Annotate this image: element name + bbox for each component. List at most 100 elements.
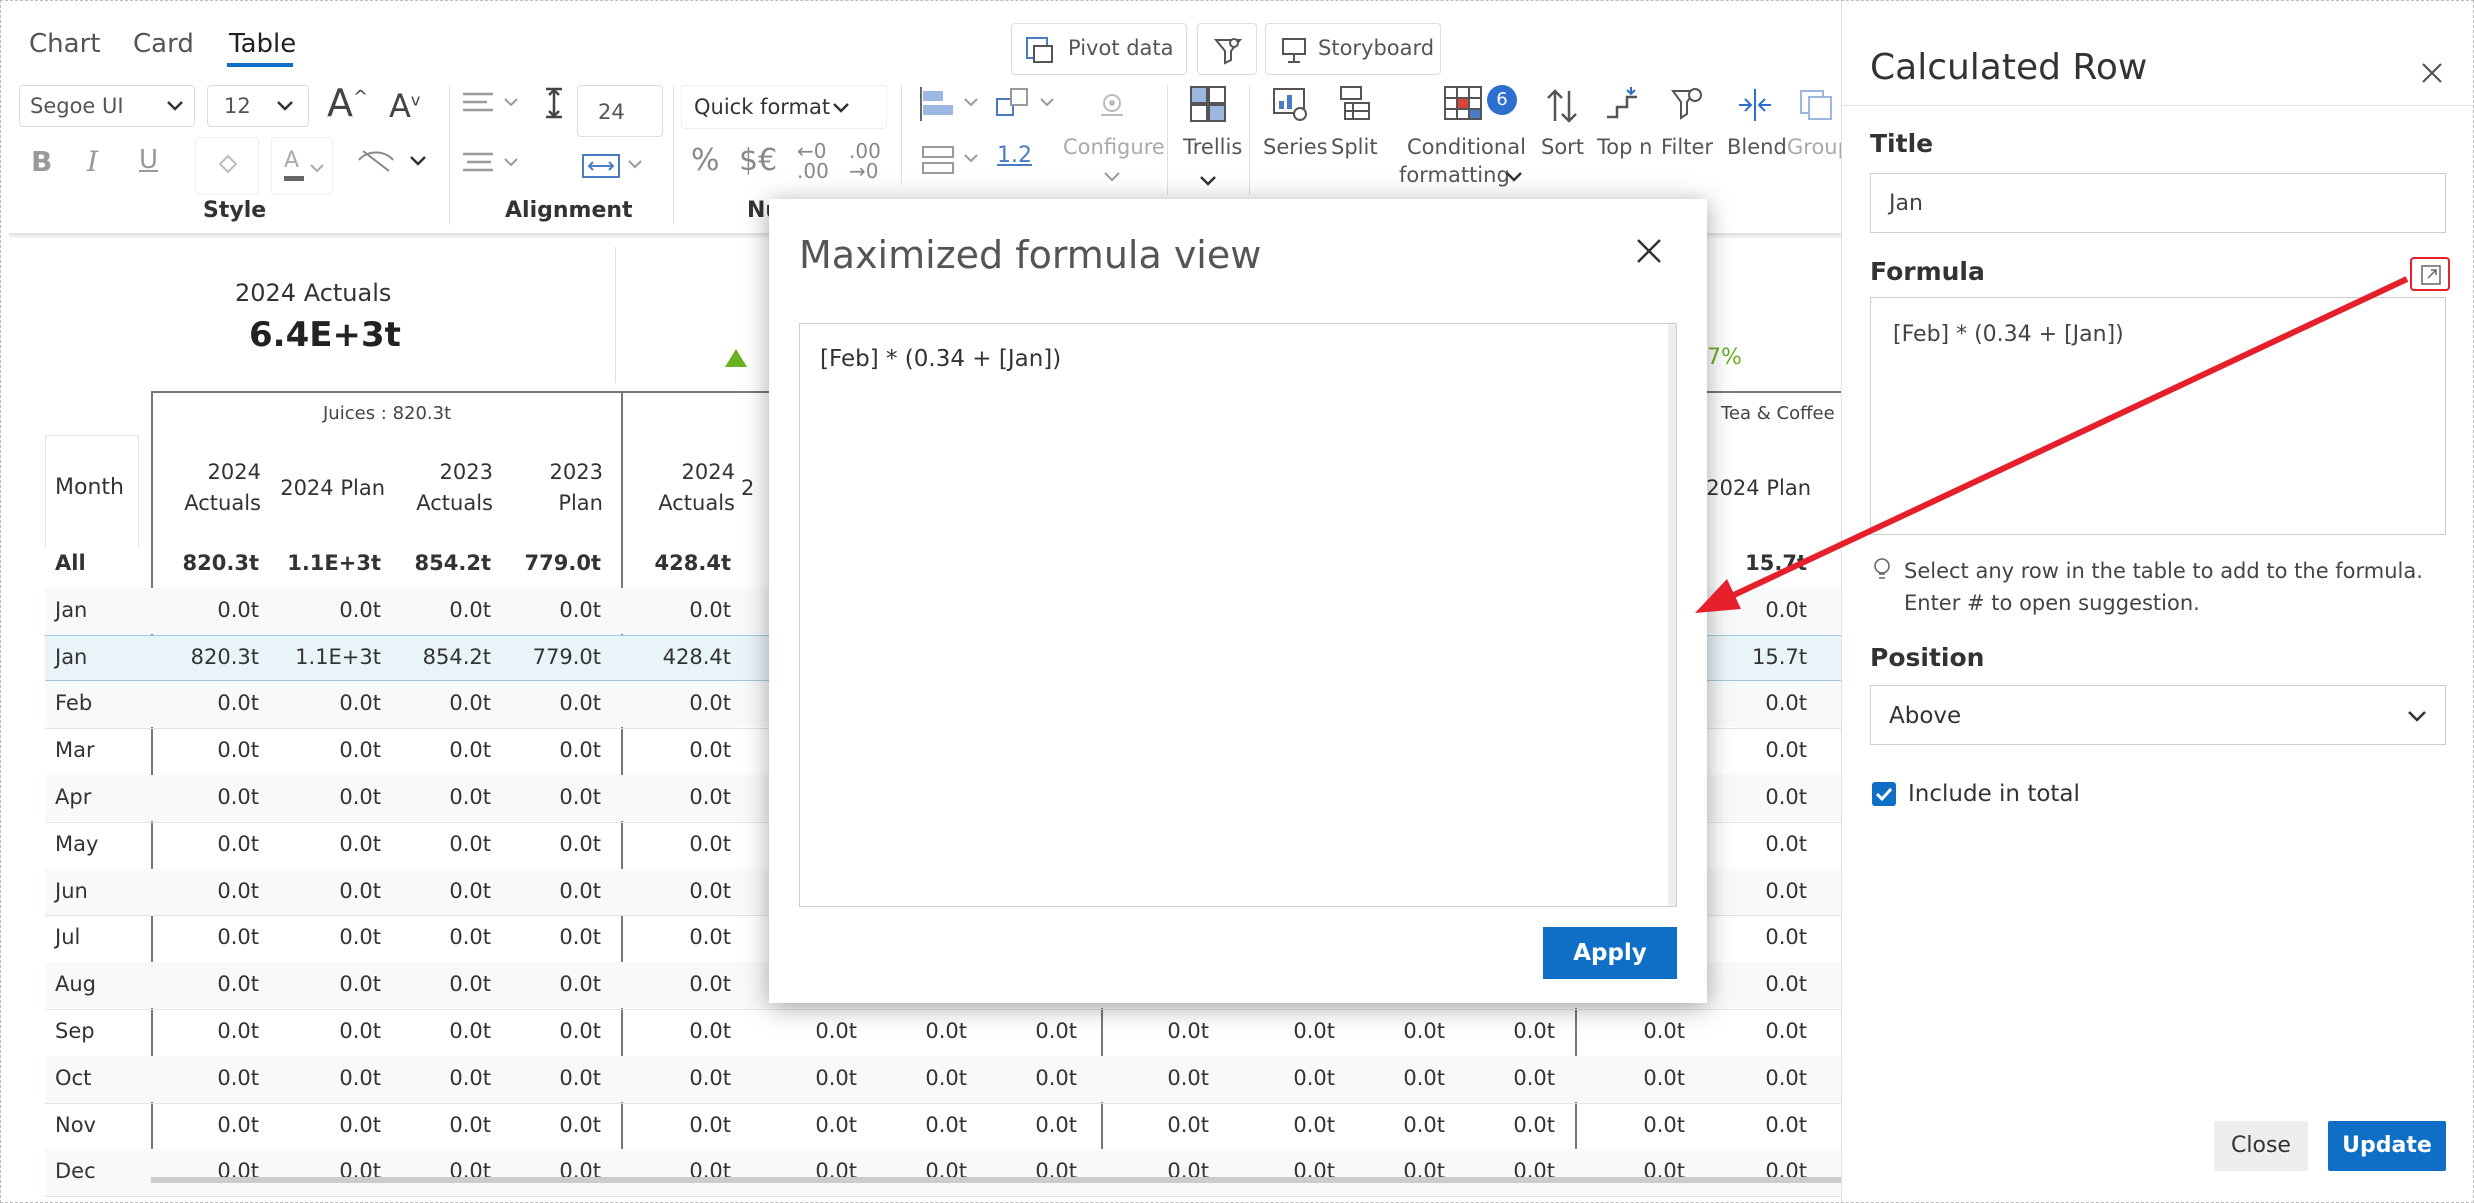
- table-cell[interactable]: 0.0t: [271, 1019, 381, 1043]
- trellis-label[interactable]: Trellis: [1183, 135, 1242, 159]
- table-cell[interactable]: 0.0t: [381, 925, 491, 949]
- chevron-down-icon[interactable]: [1103, 169, 1121, 188]
- table-cell[interactable]: 0.0t: [149, 785, 259, 809]
- line-height-icon[interactable]: [541, 85, 567, 125]
- increase-font-icon[interactable]: A^: [327, 81, 368, 125]
- table-cell[interactable]: 0.0t: [149, 832, 259, 856]
- close-icon[interactable]: [1635, 237, 1663, 269]
- table-cell[interactable]: 0.0t: [621, 598, 731, 622]
- table-cell[interactable]: 0.0t: [381, 1019, 491, 1043]
- table-cell[interactable]: 0.0t: [1697, 1019, 1807, 1043]
- close-button[interactable]: Close: [2214, 1121, 2308, 1171]
- table-cell[interactable]: 0.0t: [1697, 738, 1807, 762]
- tab-card[interactable]: Card: [133, 29, 194, 59]
- table-cell[interactable]: 0.0t: [271, 691, 381, 715]
- quick-format-select[interactable]: Quick format: [681, 85, 887, 129]
- decrease-font-icon[interactable]: Av: [389, 87, 420, 125]
- apply-button[interactable]: Apply: [1543, 927, 1677, 979]
- table-cell[interactable]: 779.0t: [491, 645, 601, 669]
- table-cell[interactable]: 0.0t: [1335, 1066, 1445, 1090]
- table-cell[interactable]: 0.0t: [1225, 1066, 1335, 1090]
- maximize-button[interactable]: [2410, 257, 2450, 291]
- table-cell[interactable]: 0.0t: [271, 1113, 381, 1137]
- table-cell[interactable]: 0.0t: [1225, 1019, 1335, 1043]
- table-cell[interactable]: 0.0t: [967, 1019, 1077, 1043]
- table-cell[interactable]: 0.0t: [621, 691, 731, 715]
- title-input[interactable]: Jan: [1870, 173, 2446, 233]
- include-checkbox[interactable]: [1872, 782, 1896, 806]
- font-size-select[interactable]: 12: [207, 85, 309, 127]
- table-cell[interactable]: 0.0t: [1575, 1113, 1685, 1137]
- table-cell[interactable]: 0.0t: [149, 738, 259, 762]
- valign-icon[interactable]: [461, 149, 521, 183]
- table-cell[interactable]: 0.0t: [381, 785, 491, 809]
- table-cell[interactable]: 0.0t: [1697, 785, 1807, 809]
- table-cell[interactable]: 0.0t: [1697, 1066, 1807, 1090]
- table-cell[interactable]: 1.1E+3t: [271, 551, 381, 575]
- table-cell[interactable]: 0.0t: [747, 1019, 857, 1043]
- formula-editor[interactable]: [Feb] * (0.34 + [Jan]): [799, 323, 1677, 907]
- chevron-down-icon[interactable]: [1199, 173, 1217, 192]
- bar-align-icon[interactable]: [919, 85, 989, 129]
- table-cell[interactable]: 854.2t: [381, 645, 491, 669]
- configure-icon[interactable]: [1095, 87, 1129, 125]
- table-cell[interactable]: 0.0t: [271, 1066, 381, 1090]
- table-cell[interactable]: 0.0t: [1697, 879, 1807, 903]
- column-header[interactable]: 2: [741, 473, 771, 504]
- table-cell[interactable]: 0.0t: [271, 785, 381, 809]
- table-cell[interactable]: 0.0t: [621, 1066, 731, 1090]
- blend-label[interactable]: Blend: [1727, 135, 1787, 159]
- table-cell[interactable]: 0.0t: [621, 832, 731, 856]
- month-cell[interactable]: Oct: [55, 1066, 91, 1090]
- month-cell[interactable]: Aug: [55, 972, 96, 996]
- tab-chart[interactable]: Chart: [29, 29, 100, 59]
- blend-icon[interactable]: [1737, 87, 1773, 127]
- bold-icon[interactable]: B: [31, 145, 52, 178]
- table-layout-icon[interactable]: [919, 141, 989, 185]
- month-cell[interactable]: Mar: [55, 738, 95, 762]
- table-cell[interactable]: 0.0t: [1099, 1066, 1209, 1090]
- month-cell[interactable]: All: [55, 551, 86, 575]
- table-cell[interactable]: 0.0t: [491, 598, 601, 622]
- column-header[interactable]: 2024 Actuals: [637, 457, 735, 519]
- month-header[interactable]: Month: [55, 475, 124, 500]
- table-cell[interactable]: 0.0t: [1099, 1019, 1209, 1043]
- table-cell[interactable]: 820.3t: [149, 645, 259, 669]
- table-cell[interactable]: 0.0t: [747, 1066, 857, 1090]
- table-cell[interactable]: 820.3t: [149, 551, 259, 575]
- table-cell[interactable]: 0.0t: [621, 879, 731, 903]
- filter-icon[interactable]: [1669, 85, 1705, 127]
- italic-icon[interactable]: I: [87, 145, 98, 178]
- table-cell[interactable]: 0.0t: [621, 925, 731, 949]
- table-cell[interactable]: 0.0t: [381, 598, 491, 622]
- table-cell[interactable]: 0.0t: [491, 691, 601, 715]
- table-cell[interactable]: 0.0t: [1697, 598, 1807, 622]
- table-cell[interactable]: 0.0t: [271, 972, 381, 996]
- table-cell[interactable]: 0.0t: [1697, 691, 1807, 715]
- sort-label[interactable]: Sort: [1541, 135, 1584, 159]
- table-cell[interactable]: 0.0t: [149, 972, 259, 996]
- table-cell[interactable]: 0.0t: [967, 1113, 1077, 1137]
- group-icon[interactable]: [1799, 85, 1833, 127]
- font-color-button[interactable]: A: [271, 137, 333, 195]
- table-cell[interactable]: 0.0t: [1697, 972, 1807, 996]
- storyboard-button[interactable]: Storyboard: [1265, 23, 1441, 75]
- sort-icon[interactable]: [1543, 87, 1581, 129]
- table-cell[interactable]: 428.4t: [621, 551, 731, 575]
- month-cell[interactable]: May: [55, 832, 98, 856]
- series-icon[interactable]: [1271, 85, 1309, 127]
- underline-icon[interactable]: U: [139, 145, 158, 175]
- table-cell[interactable]: 0.0t: [1445, 1066, 1555, 1090]
- month-cell[interactable]: Feb: [55, 691, 92, 715]
- percent-icon[interactable]: %: [691, 143, 720, 178]
- table-cell[interactable]: 0.0t: [1335, 1019, 1445, 1043]
- table-cell[interactable]: 0.0t: [381, 1066, 491, 1090]
- column-header[interactable]: 2023 Plan: [505, 457, 603, 519]
- table-cell[interactable]: 428.4t: [621, 645, 731, 669]
- top-n-label[interactable]: Top n: [1597, 135, 1652, 159]
- table-cell[interactable]: 0.0t: [491, 879, 601, 903]
- column-header[interactable]: 2024 Plan: [269, 473, 385, 504]
- trellis-icon[interactable]: [1189, 85, 1227, 127]
- formula-input[interactable]: [Feb] * (0.34 + [Jan]): [1870, 297, 2446, 535]
- month-cell[interactable]: Jun: [55, 879, 88, 903]
